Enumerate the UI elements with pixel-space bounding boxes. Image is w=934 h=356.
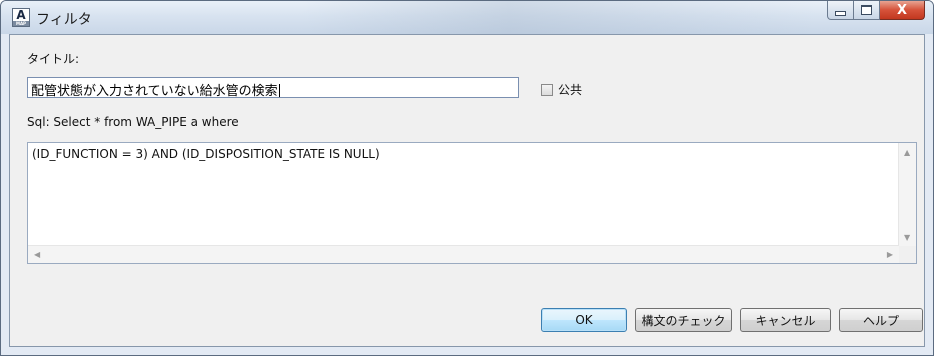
public-checkbox[interactable] [541,83,553,96]
vertical-scrollbar[interactable]: ▲ ▼ [898,143,916,247]
close-icon: X [896,2,908,18]
app-icon-sub: MAP [13,21,29,26]
app-icon: A MAP [12,8,30,27]
app-icon-letter: A [16,8,26,22]
sql-condition-text: (ID_FUNCTION = 3) AND (ID_DISPOSITION_ST… [32,147,380,161]
ok-button[interactable]: OK [541,308,627,332]
minimize-icon [835,10,846,16]
close-button[interactable]: X [880,1,925,20]
title-label: タイトル: [27,52,80,66]
sql-prefix-label: Sql: Select * from WA_PIPE a where [27,115,239,129]
scroll-left-icon[interactable]: ◀ [34,250,40,259]
dialog-body: タイトル: 配管状態が入力されていない給水管の検索 公共 Sql: Select… [9,34,925,347]
maximize-icon [861,5,872,15]
scroll-down-icon[interactable]: ▼ [904,233,910,242]
help-button[interactable]: ヘルプ [839,308,923,332]
minimize-button[interactable] [827,1,854,20]
check-syntax-button[interactable]: 構文のチェック [635,308,732,332]
window-controls: X [827,1,925,21]
title-input-value: 配管状態が入力されていない給水管の検索 [31,84,278,98]
window-title: フィルタ [36,12,92,28]
scrollbar-corner [899,246,916,263]
cancel-button[interactable]: キャンセル [740,308,831,332]
filter-dialog: A MAP フィルタ X タイトル: 配管状態が入力されていない給水管の検索 公… [0,0,934,356]
title-bar[interactable]: A MAP フィルタ X [1,1,933,34]
scroll-up-icon[interactable]: ▲ [904,148,910,157]
public-option[interactable]: 公共 [541,81,582,98]
horizontal-scrollbar[interactable]: ◀ ▶ [28,245,899,263]
sql-condition-textarea[interactable]: (ID_FUNCTION = 3) AND (ID_DISPOSITION_ST… [27,142,917,264]
scroll-right-icon[interactable]: ▶ [887,250,893,259]
title-input[interactable]: 配管状態が入力されていない給水管の検索 [27,77,519,98]
public-label: 公共 [558,83,583,97]
maximize-button[interactable] [854,1,880,20]
